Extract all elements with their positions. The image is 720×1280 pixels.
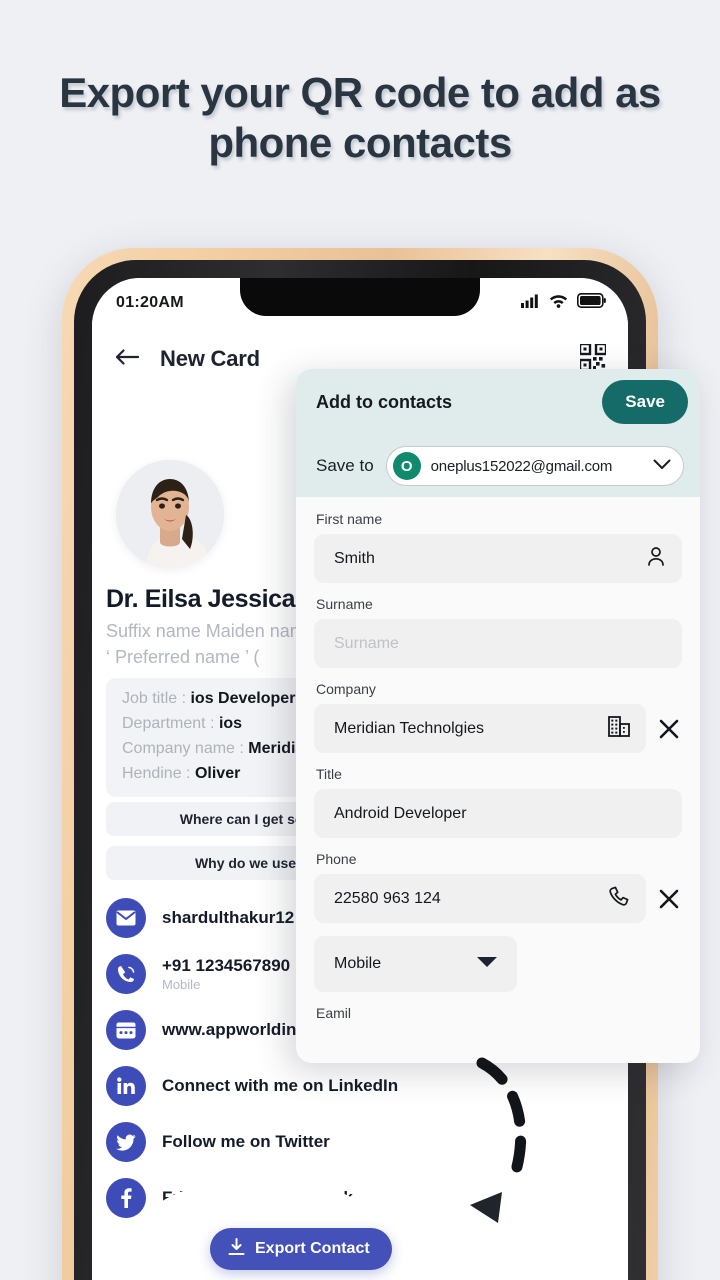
page-title: New Card [160, 346, 260, 371]
cellular-signal-icon [521, 294, 540, 313]
phone-input[interactable]: 22580 963 124 [314, 874, 646, 923]
twitter-icon [106, 1122, 146, 1162]
save-button[interactable]: Save [602, 380, 688, 424]
save-to-row: Save to O oneplus152022@gmail.com [296, 435, 700, 497]
download-icon [228, 1237, 245, 1261]
list-item[interactable]: Follow me on Twitter [106, 1120, 398, 1164]
suffix-maiden-line: Suffix name Maiden name [106, 621, 315, 641]
field-label-surname: Surname [316, 596, 373, 612]
export-contact-label: Export Contact [255, 1240, 370, 1257]
account-avatar: O [392, 452, 421, 480]
screenshot-root: Export your QR code to add as phone cont… [0, 0, 720, 1280]
list-item-label: shardulthakur12 [162, 908, 295, 927]
field-row-surname: Surname [314, 619, 682, 668]
clear-phone-button[interactable] [656, 886, 682, 912]
field-label-first-name: First name [316, 511, 383, 527]
detail-label: Job title [122, 690, 178, 707]
company-value: Meridian Technolgies [334, 719, 485, 737]
surname-placeholder: Surname [334, 634, 399, 652]
detail-label: Department [122, 715, 206, 732]
company-input[interactable]: Meridian Technolgies [314, 704, 646, 753]
phone-handset-icon [608, 885, 630, 912]
clear-company-button[interactable] [656, 716, 682, 742]
back-arrow-icon[interactable] [114, 347, 140, 372]
field-label-title: Title [316, 766, 342, 782]
linkedin-icon [106, 1066, 146, 1106]
page-headline: Export your QR code to add as phone cont… [59, 69, 661, 167]
modal-title: Add to contacts [316, 391, 453, 412]
dropdown-caret-icon [475, 955, 499, 974]
surname-input[interactable]: Surname [314, 619, 682, 668]
pointer-arrow-icon [470, 1057, 527, 1223]
list-item-sublabel: Mobile [162, 977, 201, 992]
phone-icon [106, 954, 146, 994]
contact-form: First name Smith Surname Surname Company [296, 497, 700, 1021]
title-value: Android Developer [334, 804, 467, 822]
save-to-label: Save to [316, 456, 374, 475]
detail-label: Hendine [122, 765, 182, 782]
field-row-phone: 22580 963 124 [314, 874, 682, 923]
modal-header: Add to contacts Save [296, 369, 700, 435]
avatar [116, 460, 224, 568]
first-name-value: Smith [334, 549, 375, 567]
status-bar: 01:20AM [92, 278, 628, 328]
first-name-input[interactable]: Smith [314, 534, 682, 583]
detail-label: Company name [122, 740, 235, 757]
list-item-label: +91 1234567890 [162, 956, 291, 975]
detail-value: ios [218, 715, 243, 732]
contact-subname: Suffix name Maiden name ‘ Preferred name… [106, 618, 315, 670]
list-item-label: Connect with me on LinkedIn [162, 1076, 399, 1095]
field-label-email: Eamil [316, 1005, 352, 1021]
export-contact-button[interactable]: Export Contact [210, 1228, 392, 1270]
preferred-name-line: ‘ Preferred name ’ ( [106, 647, 260, 668]
field-row-company: Meridian Technolgies [314, 704, 682, 753]
contact-name: Dr. Eilsa Jessica [106, 585, 296, 613]
field-label-phone: Phone [316, 851, 357, 867]
phone-type-value: Mobile [334, 955, 382, 972]
account-email: oneplus152022@gmail.com [430, 457, 613, 475]
field-row-title: Android Developer [314, 789, 682, 838]
wifi-icon [549, 294, 568, 313]
detail-value: ios Developer [190, 690, 296, 707]
add-to-contacts-modal: Add to contacts Save Save to O oneplus15… [296, 369, 700, 1063]
battery-icon [577, 293, 606, 313]
list-item[interactable]: Connect with me on LinkedIn [106, 1064, 398, 1108]
status-clock: 01:20AM [116, 294, 184, 311]
detail-value: Oliver [194, 765, 241, 782]
display-notch [240, 278, 480, 316]
website-icon [106, 1010, 146, 1050]
field-row-first-name: Smith [314, 534, 682, 583]
phone-type-select[interactable]: Mobile [314, 936, 517, 992]
facebook-icon [106, 1178, 146, 1218]
building-icon [608, 715, 630, 742]
list-item-label: Follow me on Twitter [162, 1132, 330, 1151]
field-label-company: Company [316, 681, 376, 697]
person-icon [646, 546, 666, 571]
chevron-down-icon [653, 457, 671, 475]
email-icon [106, 898, 146, 938]
phone-value: 22580 963 124 [334, 889, 441, 907]
title-input[interactable]: Android Developer [314, 789, 682, 838]
account-selector[interactable]: O oneplus152022@gmail.com [385, 446, 684, 486]
